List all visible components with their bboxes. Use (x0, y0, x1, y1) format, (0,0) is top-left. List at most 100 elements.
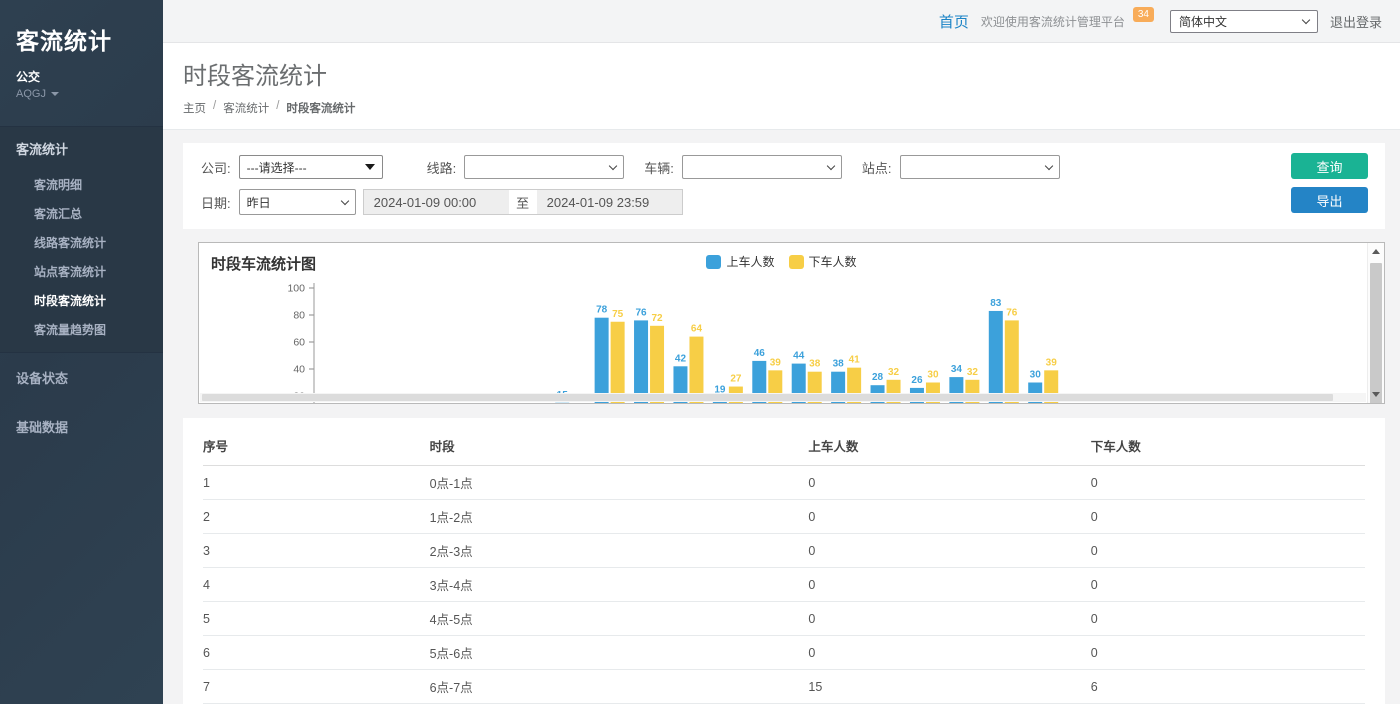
chevron-down-icon (340, 196, 348, 204)
welcome-text: 欢迎使用客流统计管理平台 (981, 13, 1125, 30)
home-link[interactable]: 首页 (939, 11, 969, 32)
line-select[interactable] (464, 155, 624, 179)
date-range-group: 2024-01-09 00:00 至 2024-01-09 23:59 (363, 189, 683, 215)
breadcrumb-link[interactable]: 主页 (183, 100, 206, 116)
bar-value-label: 39 (1046, 357, 1058, 368)
sidebar-subitem[interactable]: 客流汇总 (0, 199, 163, 228)
sidebar-subitem[interactable]: 站点客流统计 (0, 257, 163, 286)
table-cell: 4点-5点 (430, 602, 809, 636)
breadcrumb: 主页/客流统计/时段客流统计 (183, 100, 1380, 116)
table-cell: 0 (1091, 500, 1365, 534)
app-logo: 客流统计 (16, 22, 147, 56)
bar-value-label: 78 (596, 305, 608, 316)
table-cell: 4 (203, 568, 430, 602)
sidebar-section: 设备状态 (0, 353, 163, 402)
org-code-dropdown[interactable]: AQGJ (16, 88, 147, 100)
bar-value-label: 6 (575, 402, 581, 404)
breadcrumb-link[interactable]: 客流统计 (223, 100, 269, 116)
filter-panel: 公司: ---请选择--- 线路: 车辆: 站点: (183, 143, 1385, 229)
sidebar-subitem[interactable]: 客流量趋势图 (0, 315, 163, 344)
table-cell: 0 (808, 466, 1090, 500)
sidebar-item-0[interactable]: 客流统计 (0, 127, 163, 170)
logout-link[interactable]: 退出登录 (1330, 12, 1382, 31)
dropdown-arrow-icon (365, 164, 375, 170)
query-button[interactable]: 查询 (1291, 153, 1368, 179)
bar-value-label: 34 (951, 364, 963, 375)
bar-value-label: 26 (911, 375, 923, 386)
filter-buttons: 查询 导出 (1291, 153, 1368, 213)
chevron-down-icon (51, 92, 59, 96)
scroll-down-icon[interactable] (1368, 387, 1384, 402)
bar-value-label: 27 (730, 374, 742, 385)
filter-row-2: 日期: 昨日 2024-01-09 00:00 至 2024-01-09 23:… (201, 189, 1367, 215)
breadcrumb-current: 时段客流统计 (286, 100, 355, 116)
table-cell: 0 (808, 534, 1090, 568)
bar-value-label: 28 (872, 372, 884, 383)
table-cell: 0 (1091, 466, 1365, 500)
bar-value-label: 38 (809, 359, 821, 370)
language-select[interactable]: 简体中文 (1170, 10, 1318, 33)
breadcrumb-separator: / (213, 100, 216, 116)
table-row: 32点-3点00 (203, 534, 1365, 568)
org-code-label: AQGJ (16, 88, 46, 100)
org-name: 公交 (16, 68, 147, 85)
sidebar-item-1[interactable]: 设备状态 (0, 353, 163, 402)
legend-item[interactable]: 下车人数 (789, 253, 857, 270)
date-end-input[interactable]: 2024-01-09 23:59 (537, 189, 683, 215)
page-heading: 时段客流统计 主页/客流统计/时段客流统计 (163, 43, 1400, 130)
table-cell: 0 (808, 636, 1090, 670)
table-cell: 6点-7点 (430, 670, 809, 704)
bar-value-label: 30 (1030, 370, 1042, 381)
table-row: 43点-4点00 (203, 568, 1365, 602)
chevron-down-icon (1044, 161, 1052, 169)
legend-swatch-icon (706, 255, 721, 269)
table-header-row: 序号时段上车人数下车人数 (203, 427, 1365, 466)
table-column-header: 时段 (430, 427, 809, 466)
table-row: 10点-1点00 (203, 466, 1365, 500)
table-cell: 0 (1091, 602, 1365, 636)
company-select[interactable]: ---请选择--- (239, 155, 383, 179)
legend-swatch-icon (789, 255, 804, 269)
table-cell: 3点-4点 (430, 568, 809, 602)
sidebar-subitem[interactable]: 线路客流统计 (0, 228, 163, 257)
notification-badge: 34 (1133, 7, 1154, 22)
bar-value-label: 32 (888, 367, 900, 378)
sidebar-subitem[interactable]: 时段客流统计 (0, 286, 163, 315)
chart-horizontal-scrollbar[interactable] (200, 393, 1366, 402)
table-cell: 2点-3点 (430, 534, 809, 568)
chart-vertical-scrollbar[interactable] (1367, 243, 1384, 403)
date-start-input[interactable]: 2024-01-09 00:00 (363, 189, 509, 215)
table-cell: 5点-6点 (430, 636, 809, 670)
table-cell: 2 (203, 500, 430, 534)
table-row: 65点-6点00 (203, 636, 1365, 670)
scrollbar-thumb[interactable] (202, 394, 1333, 401)
sidebar-item-2[interactable]: 基础数据 (0, 402, 163, 451)
date-label: 日期: (201, 193, 231, 212)
table-cell: 1 (203, 466, 430, 500)
legend-item[interactable]: 上车人数 (706, 253, 774, 270)
bar-value-label: 38 (833, 359, 845, 370)
export-button[interactable]: 导出 (1291, 187, 1368, 213)
table-cell: 6 (1091, 670, 1365, 704)
chart-header: 时段车流统计图 上车人数下车人数 (199, 253, 1364, 270)
y-axis-tick-label: 60 (293, 337, 305, 349)
date-to-label: 至 (509, 189, 537, 215)
chart-legend: 上车人数下车人数 (706, 253, 856, 270)
station-label: 站点: (862, 158, 892, 177)
bar-value-label: 76 (635, 307, 647, 318)
scrollbar-thumb[interactable] (1370, 263, 1382, 404)
bar-value-label: 32 (967, 367, 979, 378)
bar-value-label: 42 (675, 353, 687, 364)
table-cell: 0 (808, 500, 1090, 534)
filter-row-1: 公司: ---请选择--- 线路: 车辆: 站点: (201, 155, 1367, 179)
language-select-value: 简体中文 (1179, 13, 1227, 30)
scroll-up-icon[interactable] (1368, 244, 1384, 259)
sidebar-subitem[interactable]: 客流明细 (0, 170, 163, 199)
date-preset-select[interactable]: 昨日 (239, 189, 356, 215)
table-body: 10点-1点0021点-2点0032点-3点0043点-4点0054点-5点00… (203, 466, 1365, 704)
vehicle-select[interactable] (682, 155, 842, 179)
table-cell: 0点-1点 (430, 466, 809, 500)
station-select[interactable] (900, 155, 1060, 179)
sidebar-menu: 客流统计客流明细客流汇总线路客流统计站点客流统计时段客流统计客流量趋势图设备状态… (0, 126, 163, 451)
line-label: 线路: (427, 158, 457, 177)
